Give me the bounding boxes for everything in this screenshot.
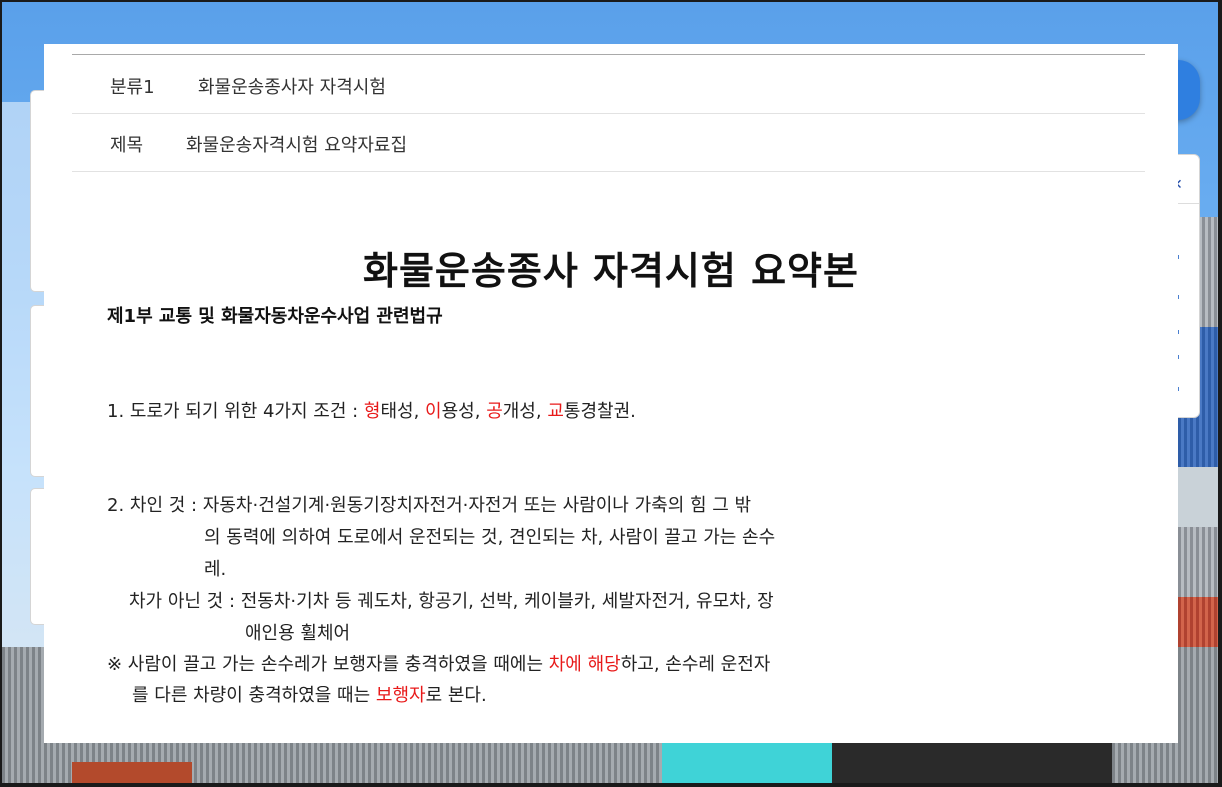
note-line-1: ※ 사람이 끌고 가는 손수레가 보행자를 충격하였을 때에는 차에 해당하고,… <box>107 654 771 675</box>
item-2-line-5: 애인용 휠체어 <box>245 623 351 644</box>
post-content-panel: 분류1 화물운송종사자 자격시험 제목 화물운송자격시험 요약자료집 화물운송종… <box>44 44 1178 743</box>
category-value: 화물운송종사자 자격시험 <box>198 77 386 98</box>
subject-label: 제목 <box>110 135 144 156</box>
note-line-2: 를 다른 차량이 충격하였을 때는 보행자로 본다. <box>132 685 487 706</box>
item-2-line-4: 차가 아닌 것 : 전동차·기차 등 궤도차, 항공기, 선박, 케이블카, 세… <box>129 591 774 612</box>
subject-value: 화물운송자격시험 요약자료집 <box>186 135 408 156</box>
item-1: 1. 도로가 되기 위한 4가지 조건 : 형태성, 이용성, 공개성, 교통경… <box>107 401 636 422</box>
document-title: 화물운송종사 자격시험 요약본 <box>363 249 859 293</box>
category-label: 분류1 <box>110 77 155 98</box>
meta-row-category: 분류1 화물운송종사자 자격시험 <box>72 55 1145 114</box>
item-2-line-3: 레. <box>204 559 227 580</box>
part-title: 제1부 교통 및 화물자동차운수사업 관련법규 <box>107 306 443 327</box>
meta-row-subject: 제목 화물운송자격시험 요약자료집 <box>72 113 1145 172</box>
item-2-line-1: 2. 차인 것 : 자동차·건설기계·원동기장치자전거·자전거 또는 사람이나 … <box>107 495 752 516</box>
item-2-line-2: 의 동력에 의하여 도로에서 운전되는 것, 견인되는 차, 사람이 끌고 가는… <box>204 527 776 548</box>
